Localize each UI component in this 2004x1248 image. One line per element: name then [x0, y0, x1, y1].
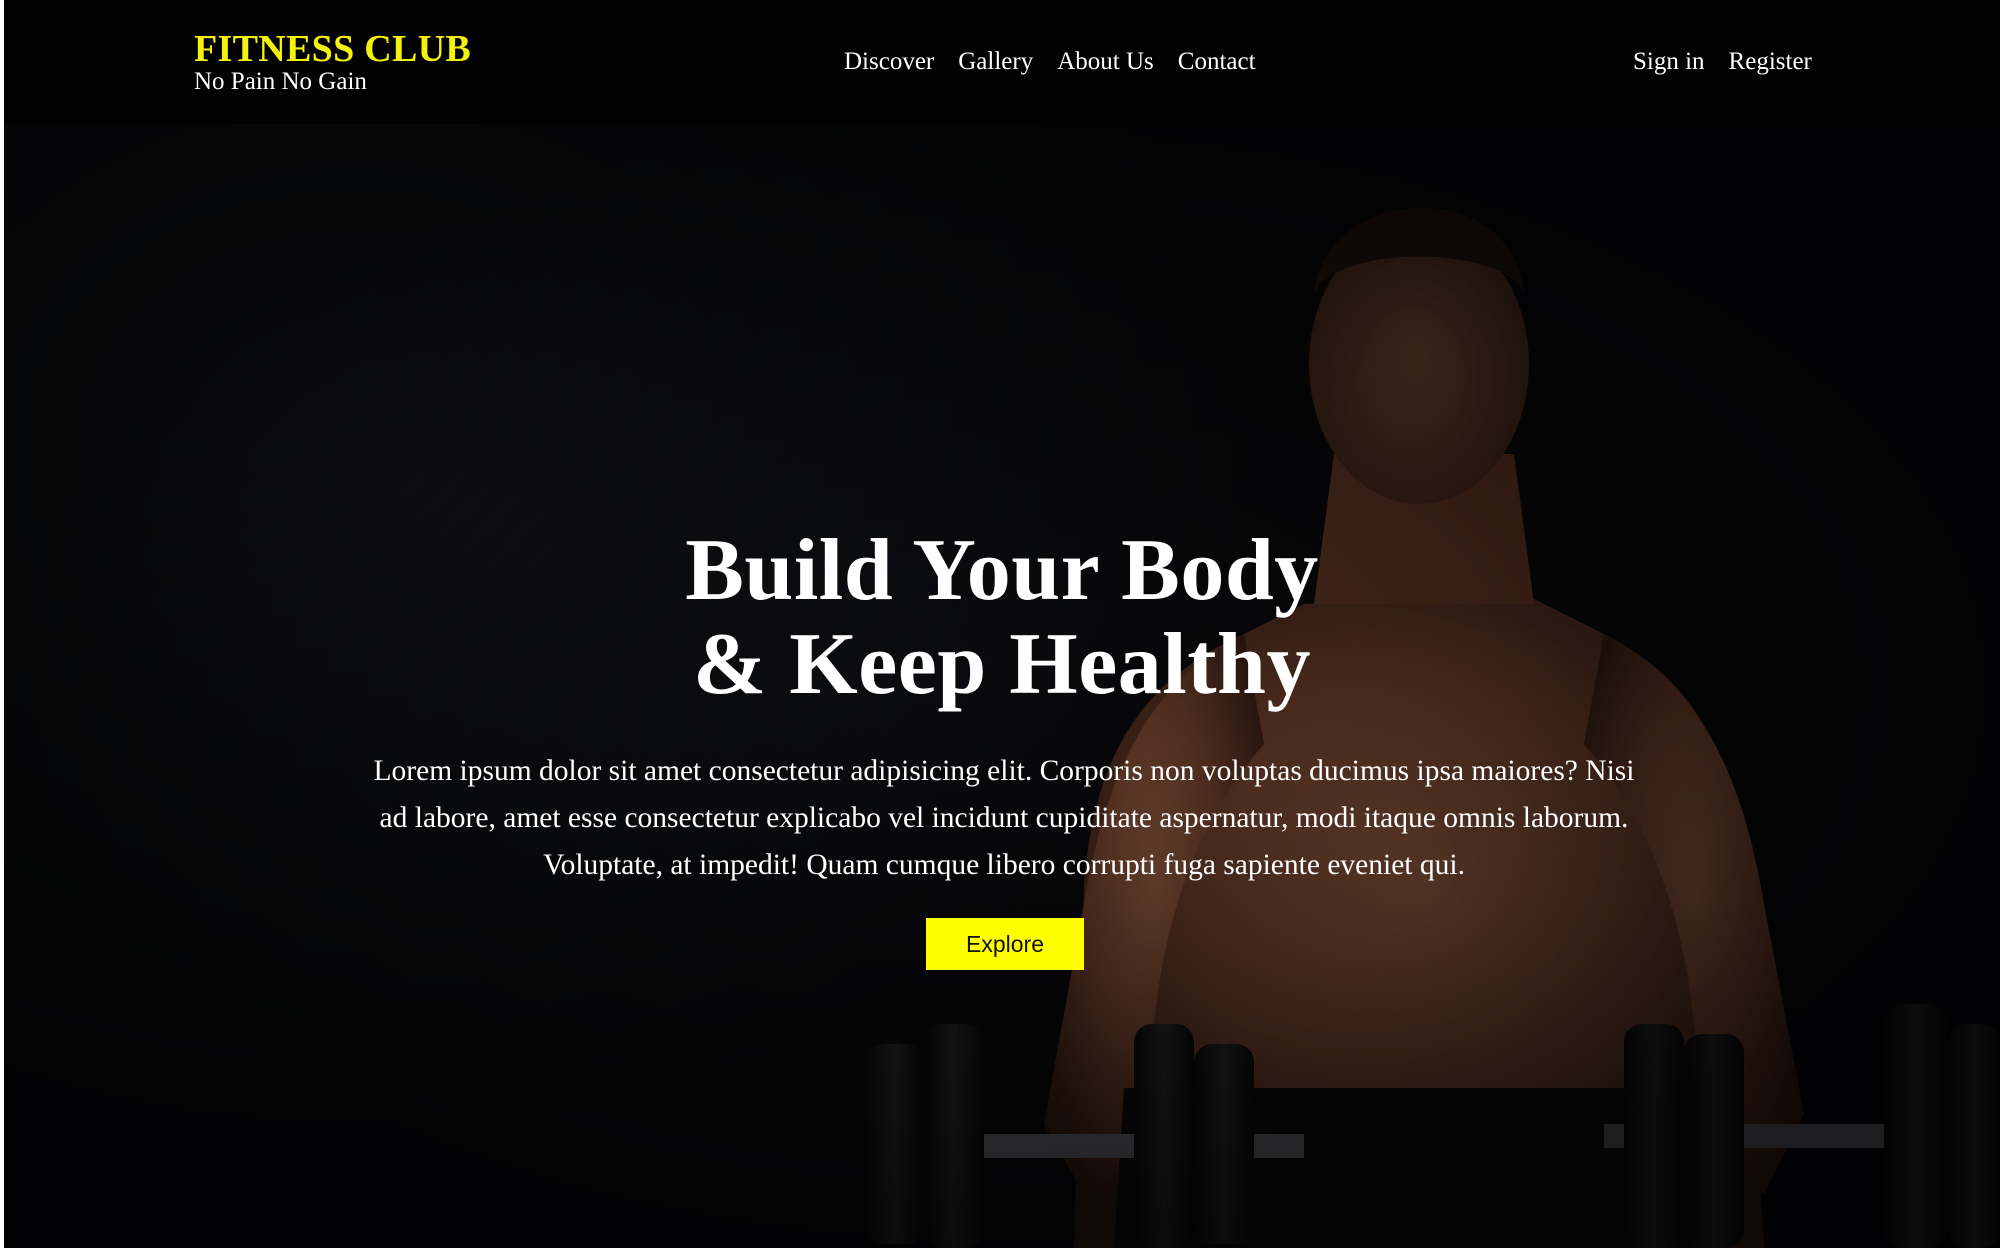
- sign-in-link[interactable]: Sign in: [1633, 44, 1705, 80]
- nav-link-discover[interactable]: Discover: [844, 44, 934, 80]
- brand-name: FITNESS CLUB: [194, 28, 472, 70]
- hero-headline-line2: & Keep Healthy: [692, 616, 1311, 713]
- main-nav: Discover Gallery About Us Contact: [844, 44, 1256, 80]
- auth-links: Sign in Register: [1633, 44, 1812, 80]
- hero-content: Build Your Body & Keep Healthy Lorem ips…: [4, 0, 2000, 1124]
- brand-tagline: No Pain No Gain: [194, 68, 367, 95]
- hero-section: Build Your Body & Keep Healthy Lorem ips…: [4, 124, 2000, 1248]
- brand[interactable]: FITNESS CLUB No Pain No Gain: [194, 26, 471, 96]
- hero-headline: Build Your Body & Keep Healthy: [4, 524, 2000, 712]
- register-link[interactable]: Register: [1729, 44, 1812, 80]
- site-header: FITNESS CLUB No Pain No Gain Discover Ga…: [4, 0, 2000, 124]
- explore-button[interactable]: Explore: [926, 918, 1084, 970]
- hero-description: Lorem ipsum dolor sit amet consectetur a…: [373, 755, 1635, 881]
- nav-link-gallery[interactable]: Gallery: [958, 44, 1033, 80]
- nav-link-contact[interactable]: Contact: [1178, 44, 1256, 80]
- hero-headline-line1: Build Your Body: [685, 522, 1319, 619]
- nav-link-about-us[interactable]: About Us: [1057, 44, 1154, 80]
- page: FITNESS CLUB No Pain No Gain Discover Ga…: [4, 0, 2000, 1248]
